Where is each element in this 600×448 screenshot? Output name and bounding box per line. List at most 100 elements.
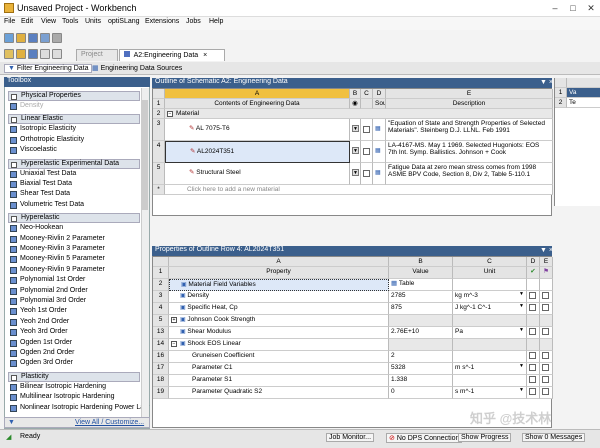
expand-icon[interactable]: + [171, 317, 177, 323]
checkbox[interactable] [363, 126, 370, 133]
toolbox-item[interactable]: Ogden 1st Order [10, 339, 72, 349]
show-messages-button[interactable]: Show 0 Messages [522, 433, 586, 442]
menu-tools[interactable]: Tools [62, 18, 78, 25]
toolbox-scroll-thumb[interactable] [142, 100, 148, 210]
toolbox-item[interactable]: Biaxial Test Data [10, 180, 72, 190]
toolbox-item[interactable]: Polynomial 2nd Order [10, 287, 88, 297]
checkbox[interactable] [363, 170, 370, 177]
menu-file[interactable]: File [4, 18, 15, 25]
toolbox-item[interactable]: Mooney-Rivlin 2 Parameter [10, 235, 105, 245]
checkbox[interactable] [529, 364, 536, 371]
toolbox-group[interactable]: Linear Elastic [8, 114, 140, 125]
parameter-checkbox-cell[interactable] [527, 375, 540, 387]
import-icon[interactable] [52, 33, 62, 43]
material-group-row[interactable]: − Material [165, 109, 553, 119]
toolbox-item[interactable]: Viscoelastic [10, 146, 57, 156]
save-icon[interactable] [28, 49, 38, 59]
toolbox-item[interactable]: Density [10, 102, 43, 112]
parameter-checkbox-cell[interactable] [527, 291, 540, 303]
toolbox-item[interactable]: Ogden 2nd Order [10, 349, 74, 359]
flag-checkbox-cell[interactable] [540, 375, 553, 387]
toolbox-item[interactable]: Bilinear Isotropic Hardening [10, 383, 106, 393]
toolbox-item[interactable]: Isotropic Elasticity [10, 125, 76, 135]
parameter-checkbox-cell[interactable] [527, 387, 540, 399]
flag-checkbox-cell[interactable] [540, 303, 553, 315]
material-checkbox-cell[interactable] [361, 119, 373, 141]
chevron-down-icon[interactable]: ▼ [352, 169, 359, 176]
maximize-button[interactable]: □ [566, 2, 580, 14]
menu-jobs[interactable]: Jobs [186, 18, 201, 25]
property-value-cell[interactable]: 2 [389, 351, 453, 363]
checkbox[interactable] [542, 328, 549, 335]
chevron-down-icon[interactable]: ▼ [519, 387, 524, 394]
show-progress-button[interactable]: Show Progress [458, 433, 512, 442]
collapse-icon[interactable] [11, 161, 17, 168]
chevron-down-icon[interactable]: ▼ [352, 125, 359, 132]
flag-checkbox-cell[interactable] [540, 279, 553, 291]
outline-col-e-header[interactable]: E [386, 89, 553, 99]
checkbox[interactable] [529, 292, 536, 299]
checkbox[interactable] [542, 292, 549, 299]
parameter-checkbox-cell[interactable] [527, 315, 540, 327]
property-unit-cell[interactable]: kg m^-3 ▼ [453, 291, 527, 303]
job-monitor-button[interactable]: Job Monitor... [326, 433, 375, 442]
props-col-e-header[interactable]: E [540, 257, 553, 267]
property-unit-cell[interactable] [453, 279, 527, 291]
property-name-cell[interactable]: + ▣ Johnson Cook Strength [169, 315, 389, 327]
property-unit-cell[interactable]: s m^-1 ▼ [453, 387, 527, 399]
props-col-d-header[interactable]: D [527, 257, 540, 267]
collapse-icon[interactable] [11, 94, 17, 100]
collapse-icon[interactable]: − [171, 341, 177, 347]
props-col-b-header[interactable]: B [389, 257, 453, 267]
flag-checkbox-cell[interactable] [540, 339, 553, 351]
toolbox-item[interactable]: Orthotropic Elasticity [10, 136, 84, 146]
outline-col-d-header[interactable]: D [373, 89, 386, 99]
toolbox-item[interactable]: Yeoh 2nd Order [10, 318, 69, 328]
view-all-customize-link[interactable]: View All / Customize... [75, 419, 144, 426]
chevron-down-icon[interactable]: ▼ [519, 327, 524, 334]
property-value-cell[interactable] [389, 315, 453, 327]
menu-optislang[interactable]: optiSLang [108, 18, 140, 25]
outline-pin-icon[interactable]: ▼ × [540, 79, 553, 86]
props-col-a-header[interactable]: A [169, 257, 389, 267]
collapse-icon[interactable] [11, 374, 17, 381]
outline-col-c-header[interactable]: C [361, 89, 373, 99]
menu-view[interactable]: View [41, 18, 56, 25]
toolbox-item[interactable]: Yeoh 1st Order [10, 307, 67, 317]
material-dropdown[interactable]: ▼ [350, 163, 361, 185]
filter-funnel-icon[interactable]: ▼ [8, 419, 15, 426]
menu-units[interactable]: Units [85, 18, 101, 25]
update-icon[interactable] [52, 49, 62, 59]
toolbox-item[interactable]: Nonlinear Isotropic Hardening Power Law [10, 404, 149, 414]
toolbox-item[interactable]: Shear Test Data [10, 190, 70, 200]
material-name-cell[interactable]: ✎ Structural Steel [165, 163, 350, 185]
toolbox-item[interactable]: Volumetric Test Data [10, 201, 84, 211]
property-name-cell[interactable]: ▣ Density [169, 291, 389, 303]
save-icon[interactable] [28, 33, 38, 43]
property-name-cell[interactable]: Parameter S1 [169, 375, 389, 387]
flag-checkbox-cell[interactable] [540, 363, 553, 375]
property-value-cell[interactable]: 2785 [389, 291, 453, 303]
property-name-cell[interactable]: − ▣ Shock EOS Linear [169, 339, 389, 351]
checkbox[interactable] [363, 148, 370, 155]
menu-extensions[interactable]: Extensions [145, 18, 179, 25]
checkbox[interactable] [529, 352, 536, 359]
toolbox-item[interactable]: Yeoh 3rd Order [10, 328, 68, 338]
checkbox[interactable] [542, 364, 549, 371]
property-value-cell[interactable]: 875 [389, 303, 453, 315]
checkbox[interactable] [529, 304, 536, 311]
toolbox-group[interactable]: Hyperelastic [8, 213, 140, 224]
minimize-button[interactable]: – [548, 2, 562, 14]
engineering-data-sources-button[interactable]: ▦ Engineering Data Sources [92, 64, 182, 72]
outline-col-a-header[interactable]: A [165, 89, 350, 99]
chevron-down-icon[interactable]: ▼ [519, 291, 524, 298]
parameter-checkbox-cell[interactable] [527, 351, 540, 363]
material-name-cell[interactable]: ✎ AL2024T351 [165, 141, 350, 163]
property-name-cell[interactable]: Parameter Quadratic S2 [169, 387, 389, 399]
property-unit-cell[interactable]: J kg^-1 C^-1 ▼ [453, 303, 527, 315]
toolbox-group[interactable]: Physical Properties [8, 91, 140, 101]
open-folder-icon[interactable] [16, 49, 26, 59]
material-dropdown[interactable]: ▼ [350, 119, 361, 141]
parameter-checkbox-cell[interactable] [527, 279, 540, 291]
toolbox-group[interactable]: Plasticity [8, 371, 140, 382]
